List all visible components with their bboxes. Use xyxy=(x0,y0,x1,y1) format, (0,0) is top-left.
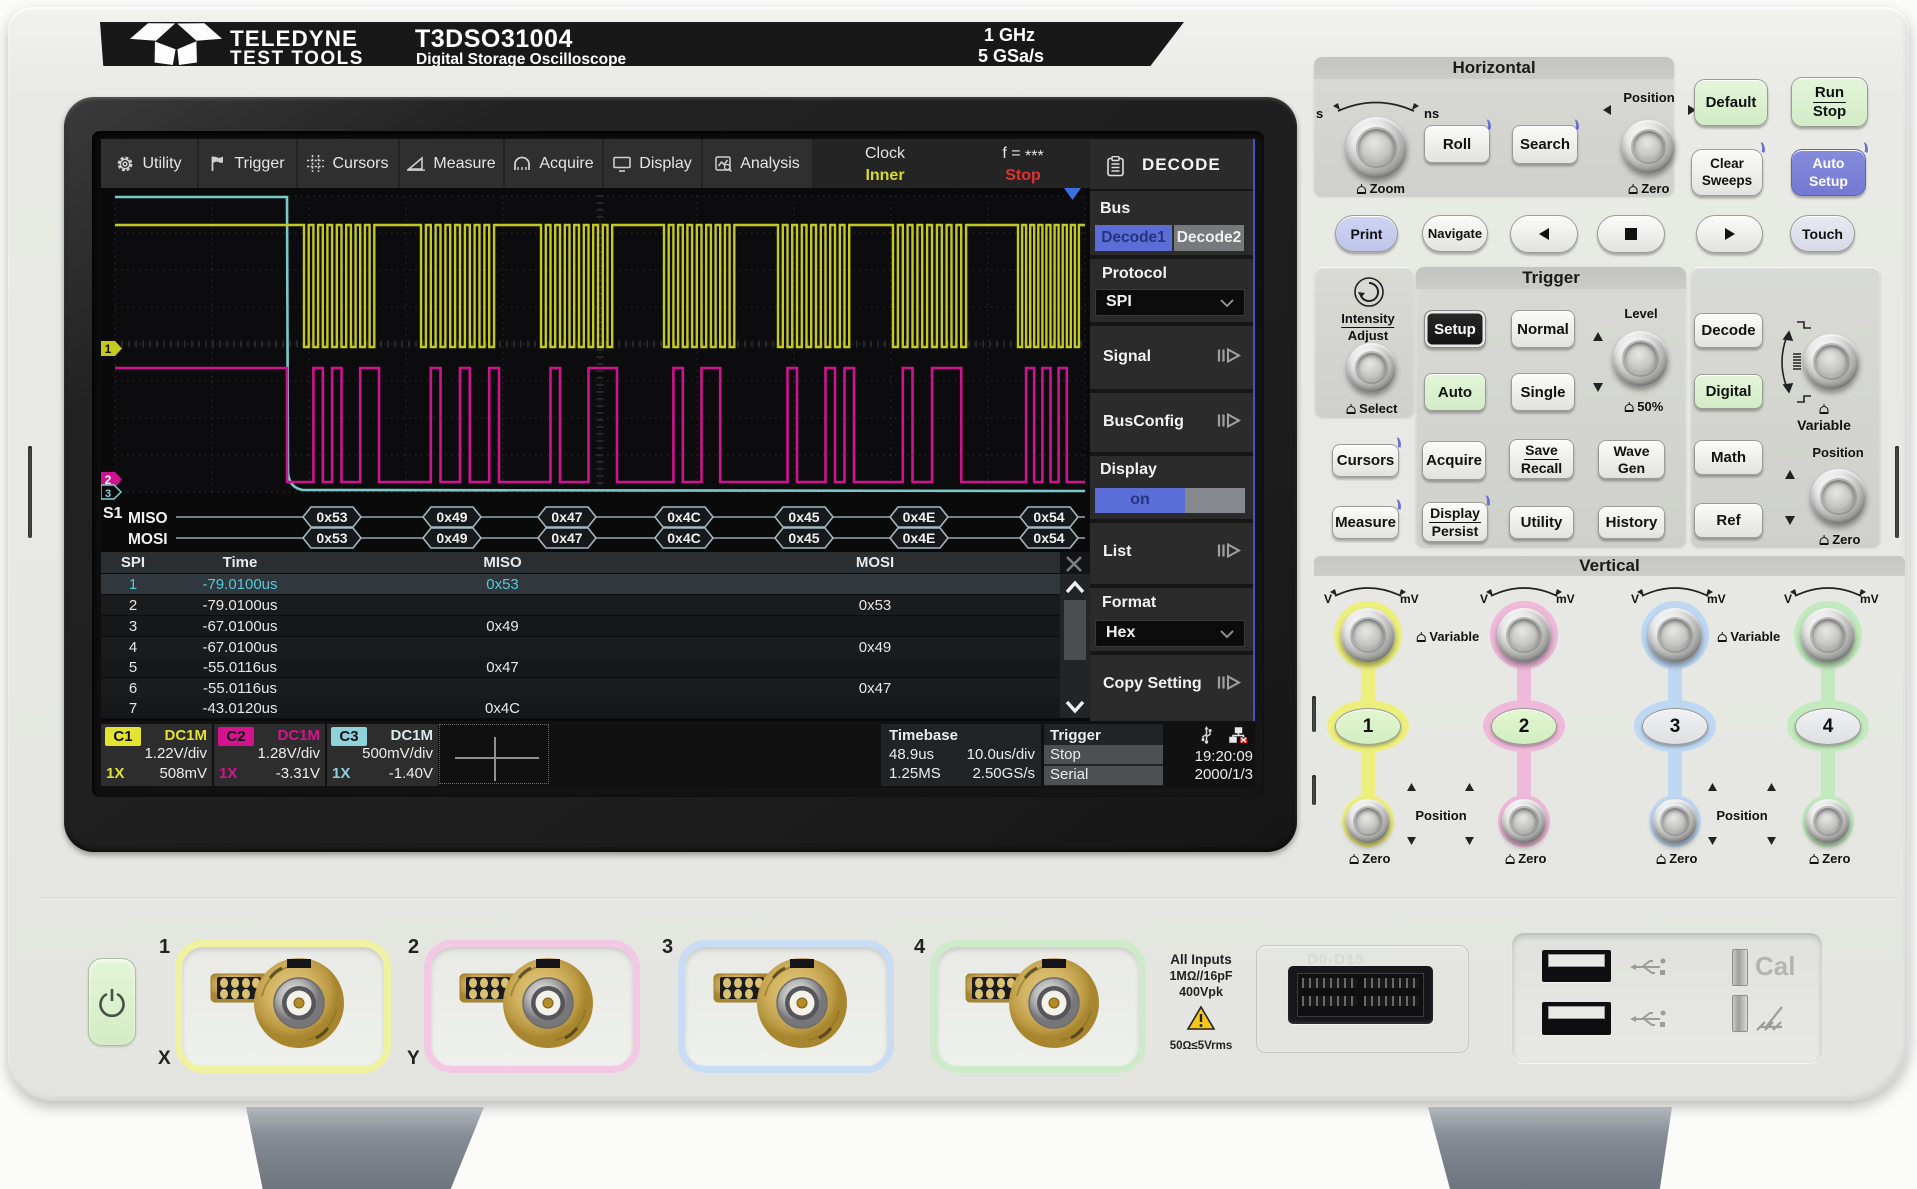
svg-text:0x4E: 0x4E xyxy=(903,509,936,525)
svg-text:0x4C: 0x4C xyxy=(667,530,700,546)
svg-text:0x45: 0x45 xyxy=(788,530,819,546)
svg-text:0x53: 0x53 xyxy=(316,509,347,525)
svg-text:MISO: MISO xyxy=(128,510,168,527)
svg-text:0x47: 0x47 xyxy=(551,509,582,525)
svg-text:0x47: 0x47 xyxy=(551,530,582,546)
svg-text:1: 1 xyxy=(105,342,112,356)
svg-text:MOSI: MOSI xyxy=(128,531,168,548)
svg-text:0x54: 0x54 xyxy=(1033,530,1064,546)
svg-text:0x53: 0x53 xyxy=(316,530,347,546)
svg-text:0x49: 0x49 xyxy=(436,530,467,546)
svg-text:0x45: 0x45 xyxy=(788,509,819,525)
svg-text:S1: S1 xyxy=(103,505,123,522)
svg-text:0x4E: 0x4E xyxy=(903,530,936,546)
svg-text:3: 3 xyxy=(105,488,111,500)
svg-text:0x54: 0x54 xyxy=(1033,509,1064,525)
svg-text:0x49: 0x49 xyxy=(436,509,467,525)
svg-text:0x4C: 0x4C xyxy=(667,509,700,525)
